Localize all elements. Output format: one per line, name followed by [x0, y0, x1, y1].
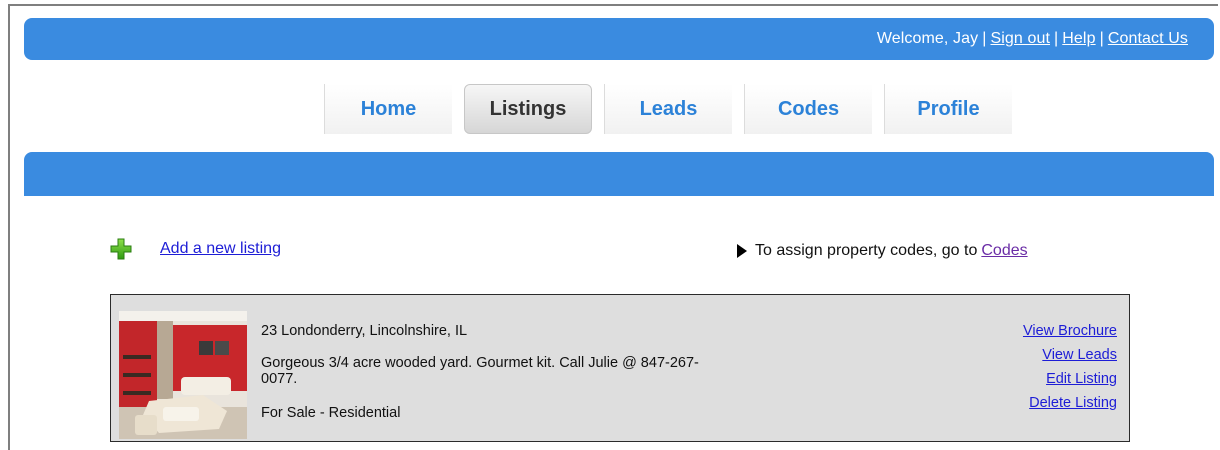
tab-profile[interactable]: Profile	[884, 84, 1012, 134]
add-listing-link[interactable]: Add a new listing	[160, 240, 281, 258]
tab-codes[interactable]: Codes	[744, 84, 872, 134]
sub-header-bar	[24, 152, 1214, 196]
listing-info: 23 Londonderry, Lincolnshire, IL Gorgeou…	[261, 323, 721, 421]
listing-actions: View Brochure View Leads Edit Listing De…	[1023, 319, 1117, 415]
welcome-text: Welcome, Jay	[876, 30, 979, 47]
listing-address: 23 Londonderry, Lincolnshire, IL	[261, 323, 468, 339]
view-leads-link[interactable]: View Leads	[1023, 343, 1117, 367]
contact-us-link[interactable]: Contact Us	[1108, 30, 1188, 48]
help-link[interactable]: Help	[1062, 30, 1095, 48]
tab-home[interactable]: Home	[324, 84, 452, 134]
separator: |	[1054, 30, 1059, 47]
codes-hint-text: To assign property codes, go to	[755, 242, 978, 259]
separator: |	[1099, 30, 1104, 47]
listing-card: 23 Londonderry, Lincolnshire, IL Gorgeou…	[110, 294, 1130, 442]
view-brochure-link[interactable]: View Brochure	[1023, 319, 1117, 343]
codes-hint-row: To assign property codes, go to Codes	[737, 238, 1028, 264]
add-listing-row: Add a new listing	[110, 236, 281, 262]
sign-out-link[interactable]: Sign out	[991, 30, 1051, 48]
edit-listing-link[interactable]: Edit Listing	[1023, 367, 1117, 391]
delete-listing-link[interactable]: Delete Listing	[1023, 391, 1117, 415]
tab-listings[interactable]: Listings	[464, 84, 592, 134]
main-nav: Home Listings Leads Codes Profile	[324, 84, 1024, 134]
separator: |	[982, 30, 987, 47]
top-header-bar: Welcome, Jay | Sign out | Help | Contact…	[24, 18, 1214, 60]
triangle-right-icon	[737, 244, 747, 258]
listing-thumbnail[interactable]	[119, 311, 247, 439]
listing-description: Gorgeous 3/4 acre wooded yard. Gourmet k…	[261, 355, 699, 387]
tab-leads[interactable]: Leads	[604, 84, 732, 134]
codes-link[interactable]: Codes	[981, 242, 1027, 260]
listing-status: For Sale - Residential	[261, 405, 401, 421]
plus-icon[interactable]	[110, 238, 132, 260]
